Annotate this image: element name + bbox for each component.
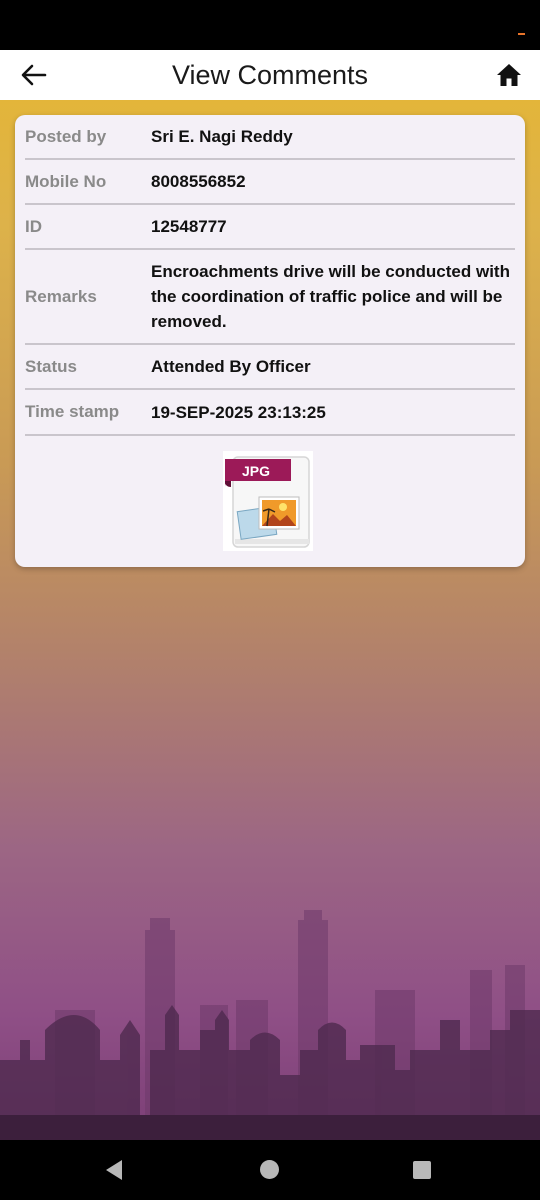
status-indicator-icon [518,33,525,35]
system-nav-bar [0,1140,540,1200]
nav-back-triangle-icon [106,1160,122,1180]
screen: View Comments Posted by Sri E. Nagi Redd… [0,0,540,1200]
home-icon [497,64,521,86]
comment-row-timestamp: Time stamp 19-SEP-2025 23:13:25 [25,390,515,436]
jpg-badge-label: JPG [242,463,270,479]
home-button[interactable] [492,59,526,91]
jpg-attachment-button[interactable]: JPG [223,451,313,551]
page-title: View Comments [171,59,369,90]
row-label: Status [25,356,77,376]
row-label: ID [25,216,42,236]
jpg-file-icon: JPG [223,451,313,551]
comment-row-posted-by: Posted by Sri E. Nagi Reddy [25,115,515,160]
comment-row-mobile: Mobile No 8008556852 [25,160,515,205]
arrow-left-icon [21,64,47,86]
app-bar: View Comments [0,50,540,100]
row-label: Posted by [25,126,107,146]
back-button[interactable] [16,60,52,90]
row-value: 8008556852 [151,172,246,191]
nav-recents-button[interactable] [413,1161,431,1179]
row-value: Encroachments drive will be conducted wi… [151,262,510,331]
row-label: Time stamp [25,402,120,421]
row-value: 12548777 [151,217,227,236]
nav-home-button[interactable] [260,1160,279,1179]
comment-row-status: Status Attended By Officer [25,345,515,390]
row-label: Mobile No [25,171,107,191]
comment-row-id: ID 12548777 [25,205,515,250]
row-value: 19-SEP-2025 23:13:25 [151,402,326,422]
city-skyline-illustration [0,910,540,1140]
comment-row-remarks: Remarks Encroachments drive will be cond… [25,250,515,345]
comment-card: Posted by Sri E. Nagi Reddy Mobile No 80… [15,115,525,567]
status-bar [0,0,540,50]
nav-back-button[interactable] [104,1159,124,1186]
row-label: Remarks [25,286,97,306]
row-value: Sri E. Nagi Reddy [151,127,293,146]
row-value: Attended By Officer [151,357,311,376]
